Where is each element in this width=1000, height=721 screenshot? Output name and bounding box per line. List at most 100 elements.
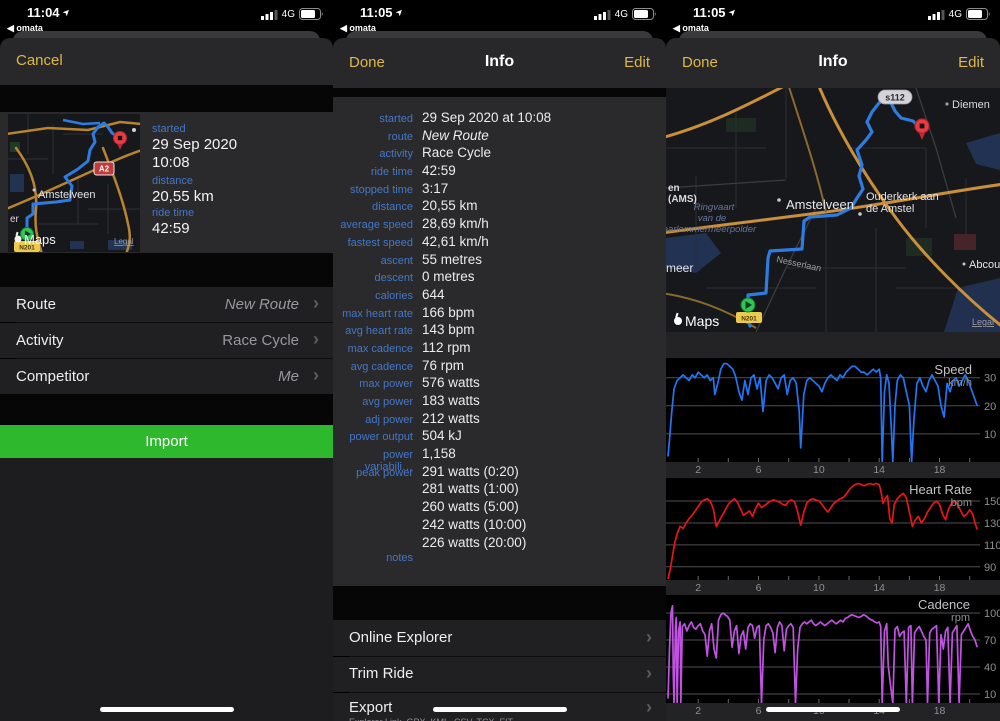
- status-time: 11:05: [693, 5, 726, 20]
- info-row-label: peak power: [333, 467, 413, 479]
- info-row: calories644: [333, 287, 666, 305]
- cadence-chart[interactable]: 100704010 Cadence rpm: [666, 595, 1000, 703]
- x-tick-label: 6: [749, 464, 769, 476]
- y-tick-label: 90: [984, 562, 996, 574]
- spacer: [0, 253, 333, 287]
- x-tick-label: 10: [809, 464, 829, 476]
- map-label-meer: meer: [666, 261, 693, 275]
- y-tick-label: 110: [984, 540, 1000, 552]
- info-row: fastest speed42,61 km/h: [333, 234, 666, 252]
- edit-button[interactable]: Edit: [958, 54, 984, 71]
- svg-text:Ringvaart: Ringvaart: [694, 202, 735, 213]
- info-row-value: 260 watts (5:00): [422, 499, 519, 514]
- screenshot-canvas: 11:04 ➤ ◀ omata 4G Cancel Workout Path: [0, 0, 1000, 721]
- map-label-abcoude: Abcou: [969, 259, 1000, 271]
- info-row-value: 242 watts (10:00): [422, 517, 526, 532]
- x-tick-label: 6: [749, 582, 769, 594]
- workout-navbar: Cancel Workout Path: [0, 38, 333, 85]
- location-arrow-icon: ➤: [60, 6, 73, 19]
- info-row: avg heart rate143 bpm: [333, 322, 666, 340]
- workout-map-thumbnail[interactable]: A2 Amstelveen er N201 Maps Legal: [8, 114, 140, 252]
- info-row: avg cadence76 rpm: [333, 358, 666, 376]
- map-label-city: Amstelveen: [38, 189, 95, 201]
- activity-row-label: Activity: [16, 332, 64, 349]
- map-label-ouderkerk-2: de Amstel: [866, 203, 914, 215]
- info-row: descent 0 metres: [333, 269, 666, 287]
- activity-row[interactable]: Activity Race Cycle ›: [0, 323, 333, 358]
- status-icons: 4G: [594, 8, 657, 20]
- home-indicator[interactable]: [766, 707, 900, 712]
- info-row-value: 0 metres: [422, 269, 475, 284]
- location-arrow-icon: ➤: [726, 6, 739, 19]
- distance-value: 20,55 km: [152, 188, 214, 205]
- info-row: power output504 kJ: [333, 428, 666, 446]
- info-row-value: 1,158: [422, 446, 456, 461]
- signal-bars-icon: [261, 9, 278, 20]
- ride-map[interactable]: s112 Diemen en (AMS) Ringvaart van de Ha…: [666, 88, 1000, 332]
- home-indicator[interactable]: [433, 707, 567, 712]
- s112-road-shield: s112: [878, 90, 912, 104]
- export-subtitle: Explorer Link, GPX, KML, CSV, TCX, FIT: [349, 717, 513, 721]
- svg-text:Maps: Maps: [685, 313, 719, 329]
- ride-time-value: 42:59: [152, 220, 190, 237]
- heart-rate-chart[interactable]: 15013011090 Heart Rate bpm: [666, 478, 1000, 580]
- import-button[interactable]: Import: [0, 425, 333, 458]
- info-row-label: average speed: [333, 219, 413, 231]
- info-row-label: ascent: [333, 255, 413, 267]
- map-legal-link[interactable]: Legal: [972, 317, 994, 327]
- route-row-label: Route: [16, 296, 56, 313]
- info-row: started29 Sep 2020 at 10:08: [333, 110, 666, 128]
- info-row: 260 watts (5:00): [333, 499, 666, 517]
- map-label-diemen: Diemen: [952, 99, 990, 111]
- info-row-label: max power: [333, 378, 413, 390]
- info-row-value: 291 watts (0:20): [422, 464, 519, 479]
- x-tick-label: 18: [930, 582, 950, 594]
- cadence-chart-title: Cadence: [918, 597, 970, 612]
- info-row-label: descent: [333, 272, 413, 284]
- page-title: Info: [666, 53, 1000, 71]
- info-row-label: started: [333, 113, 413, 125]
- panel-ride-map-charts: 11:05 ➤ ◀ omata 4G Done Info Edit: [666, 0, 1000, 721]
- y-tick-label: 150: [984, 496, 1000, 508]
- battery-icon: [632, 8, 657, 20]
- competitor-row[interactable]: Competitor Me ›: [0, 359, 333, 394]
- hr-x-axis: 26101418: [666, 580, 1000, 595]
- chevron-right-icon: ›: [313, 293, 319, 314]
- chevron-right-icon: ›: [646, 627, 652, 648]
- signal-bars-icon: [594, 9, 611, 20]
- y-tick-label: 10: [984, 429, 996, 441]
- info-row: max cadence112 rpm: [333, 340, 666, 358]
- map-label-ams: (AMS): [668, 194, 697, 205]
- page-title: Info: [333, 53, 666, 71]
- info-navbar: Done Info Edit: [333, 38, 666, 88]
- y-tick-label: 30: [984, 373, 996, 385]
- info-row-value: 212 watts: [422, 411, 480, 426]
- info-row-value: 143 bpm: [422, 322, 475, 337]
- status-icons: 4G: [928, 8, 991, 20]
- y-tick-label: 20: [984, 401, 996, 413]
- cancel-button[interactable]: Cancel: [16, 52, 63, 69]
- trim-ride-row[interactable]: Trim Ride ›: [333, 657, 666, 692]
- info-row-value: 504 kJ: [422, 428, 462, 443]
- online-explorer-row[interactable]: Online Explorer ›: [333, 620, 666, 656]
- ride-time-label: ride time: [152, 207, 194, 219]
- info-row: stopped time3:17: [333, 181, 666, 199]
- network-type-label: 4G: [282, 9, 295, 20]
- trim-ride-label: Trim Ride: [349, 665, 413, 682]
- home-indicator[interactable]: [100, 707, 234, 712]
- info-navbar: Done Info Edit: [666, 38, 1000, 88]
- chevron-right-icon: ›: [646, 697, 652, 718]
- route-row[interactable]: Route New Route ›: [0, 287, 333, 322]
- info-row-value: 42:59: [422, 163, 456, 178]
- map-legal-link[interactable]: Legal: [114, 237, 134, 246]
- info-row-value: 183 watts: [422, 393, 480, 408]
- speed-x-axis: 26101418: [666, 462, 1000, 478]
- spacer: [0, 85, 333, 112]
- speed-chart[interactable]: 302010 Speed km/h: [666, 358, 1000, 462]
- x-tick-label: 14: [869, 582, 889, 594]
- edit-button[interactable]: Edit: [624, 54, 650, 71]
- competitor-row-label: Competitor: [16, 368, 89, 385]
- x-tick-label: 14: [869, 464, 889, 476]
- heart-rate-series-line: [668, 484, 977, 579]
- started-date: 29 Sep 2020: [152, 136, 237, 153]
